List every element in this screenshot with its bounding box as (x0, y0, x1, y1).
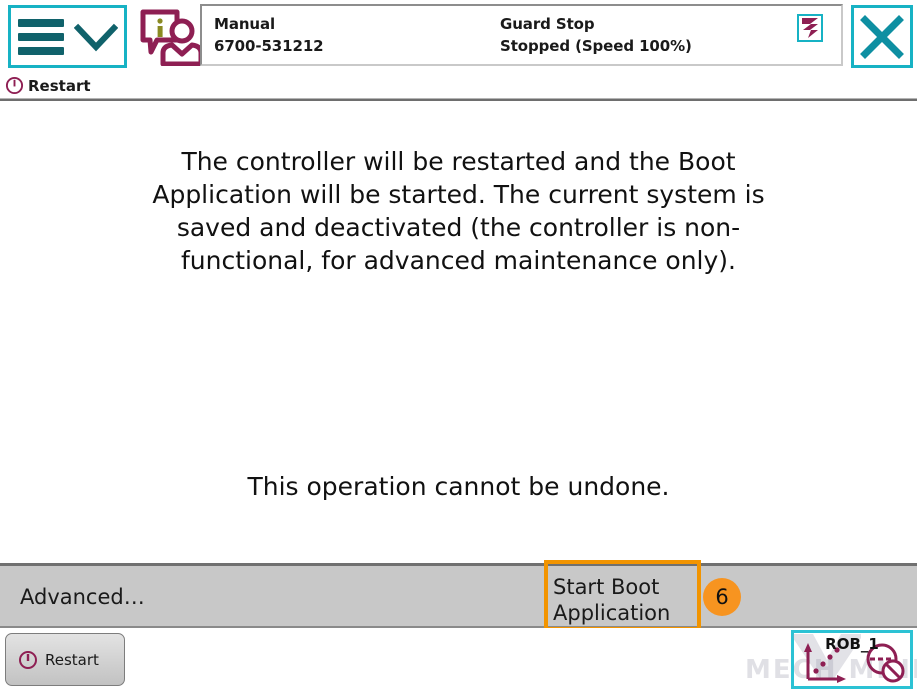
page-title: Restart (28, 76, 91, 95)
info-operator-icon[interactable] (139, 8, 201, 66)
bottom-bar: Restart (0, 628, 917, 691)
power-icon (19, 650, 37, 669)
chevron-down-icon (73, 23, 118, 51)
robot-name: ROB_1 (825, 635, 879, 653)
motion-state: Stopped (Speed 100%) (500, 37, 692, 55)
restart-button[interactable]: Restart (5, 633, 125, 686)
operating-mode: Manual (214, 15, 276, 33)
top-bar: Manual 6700-531212 Guard Stop Stopped (S… (0, 0, 917, 72)
power-icon (5, 76, 24, 95)
flexpendant-screen: Manual 6700-531212 Guard Stop Stopped (S… (0, 0, 917, 691)
status-panel: Manual 6700-531212 Guard Stop Stopped (S… (200, 4, 843, 66)
step-badge: 6 (703, 578, 741, 616)
hamburger-icon (17, 18, 64, 55)
controller-id: 6700-531212 (214, 37, 324, 55)
action-bar: Advanced… Start Boot Application (0, 563, 917, 628)
close-icon (860, 14, 904, 59)
start-boot-application-button[interactable]: Start Boot Application (553, 574, 670, 626)
status-mode-group: Manual 6700-531212 (214, 13, 324, 57)
restart-button-label: Restart (45, 650, 99, 669)
restart-description: The controller will be restarted and the… (152, 147, 765, 275)
undo-warning: This operation cannot be undone. (247, 472, 670, 501)
status-state-group: Guard Stop Stopped (Speed 100%) (500, 13, 692, 57)
close-button[interactable] (851, 5, 913, 68)
page-header: Restart (0, 72, 917, 99)
advanced-button[interactable]: Advanced… (20, 585, 145, 609)
main-menu-button[interactable] (8, 5, 127, 68)
guard-stop-icon (797, 14, 823, 42)
content-area: The controller will be restarted and the… (0, 101, 917, 560)
robot-jog-panel[interactable]: ROB_1 (791, 630, 913, 689)
controller-state: Guard Stop (500, 15, 595, 33)
